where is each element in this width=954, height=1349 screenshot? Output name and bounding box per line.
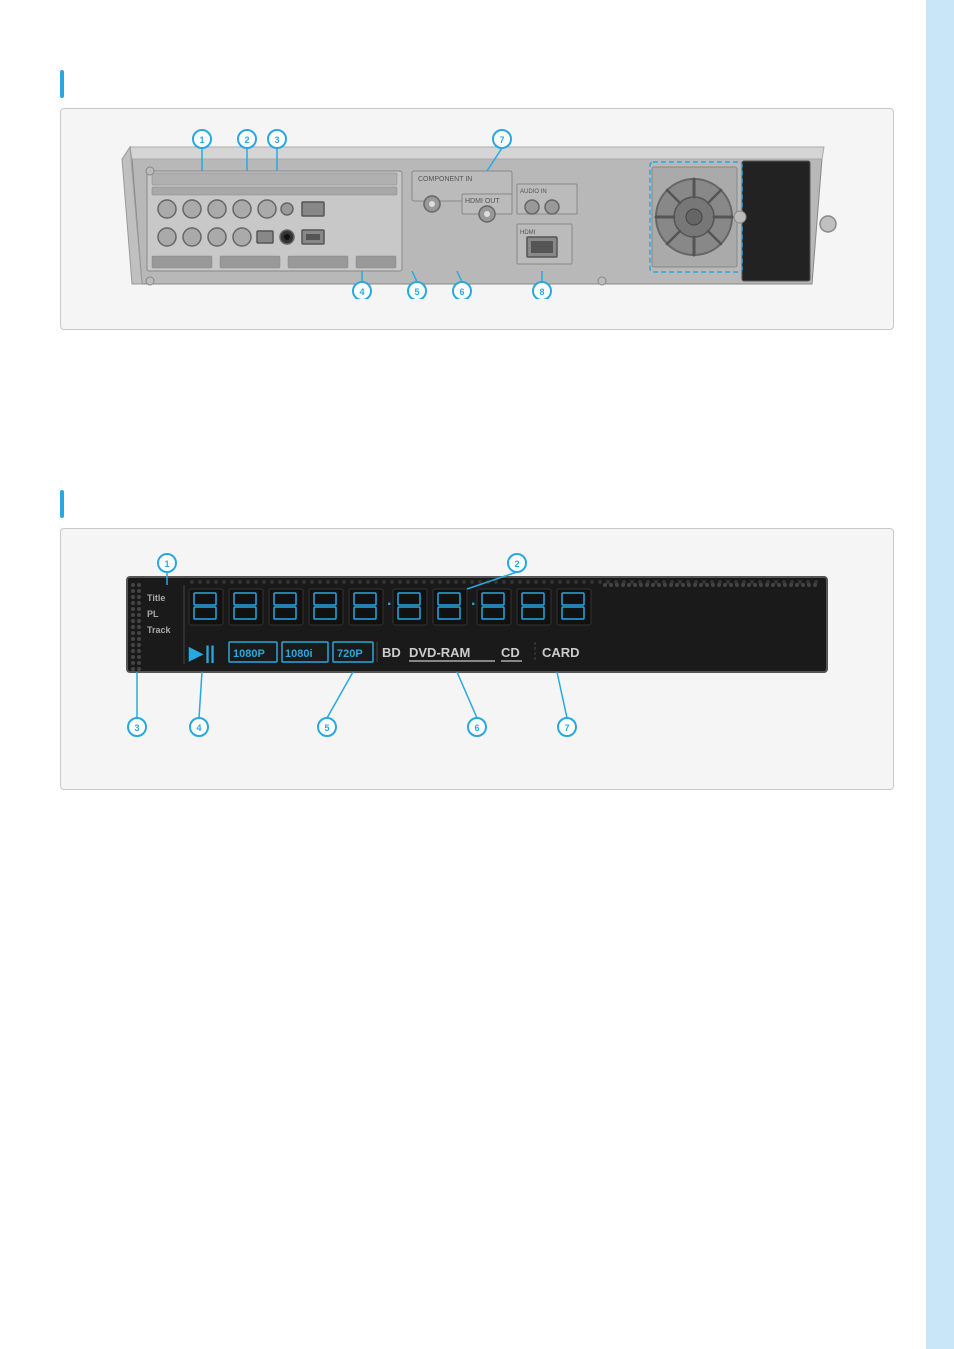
svg-text:·: · — [471, 596, 476, 613]
display-diagram: Title PL Track — [60, 528, 894, 790]
svg-text:HDMI: HDMI — [520, 230, 536, 236]
rear-panel-text — [60, 370, 894, 400]
svg-text:1080P: 1080P — [233, 648, 265, 660]
svg-text:6: 6 — [459, 287, 464, 297]
svg-text:||: || — [205, 643, 215, 663]
svg-text:6: 6 — [474, 723, 479, 733]
svg-text:Title: Title — [147, 593, 165, 603]
svg-text:Track: Track — [147, 625, 172, 635]
svg-text:5: 5 — [414, 287, 419, 297]
display-panel-section: Title PL Track — [60, 490, 894, 820]
svg-text:HDMI OUT: HDMI OUT — [465, 198, 500, 205]
svg-text:DVD-RAM: DVD-RAM — [409, 645, 470, 660]
svg-text:2: 2 — [514, 559, 519, 569]
svg-text:7: 7 — [564, 723, 569, 733]
display-panel-text — [60, 790, 894, 820]
svg-text:8: 8 — [539, 287, 544, 297]
svg-text:3: 3 — [274, 135, 279, 145]
svg-text:7: 7 — [499, 135, 504, 145]
rear-panel-svg: COMPONENT IN HDMI OUT AUDIO IN HDMI — [102, 129, 852, 299]
section-bar-display — [60, 490, 64, 518]
svg-text:PL: PL — [147, 609, 159, 619]
svg-text:BD: BD — [382, 645, 401, 660]
rear-panel-diagram: COMPONENT IN HDMI OUT AUDIO IN HDMI — [60, 108, 894, 330]
svg-text:1: 1 — [164, 559, 169, 569]
svg-text:5: 5 — [324, 723, 329, 733]
svg-text:4: 4 — [196, 723, 201, 733]
svg-text:·: · — [387, 596, 392, 613]
svg-text:3: 3 — [134, 723, 139, 733]
section-bar-rear — [60, 70, 64, 98]
svg-text:AUDIO IN: AUDIO IN — [520, 189, 547, 195]
display-panel-svg: Title PL Track — [117, 549, 837, 749]
svg-text:CD: CD — [501, 645, 520, 660]
svg-text:CARD: CARD — [542, 645, 580, 660]
svg-text:▶: ▶ — [188, 643, 204, 663]
svg-text:2: 2 — [244, 135, 249, 145]
svg-text:1: 1 — [199, 135, 204, 145]
svg-text:4: 4 — [359, 287, 364, 297]
svg-text:COMPONENT IN: COMPONENT IN — [418, 176, 472, 183]
svg-text:1080i: 1080i — [285, 648, 313, 660]
svg-text:720P: 720P — [337, 648, 363, 660]
rear-panel-section: COMPONENT IN HDMI OUT AUDIO IN HDMI — [60, 70, 894, 400]
